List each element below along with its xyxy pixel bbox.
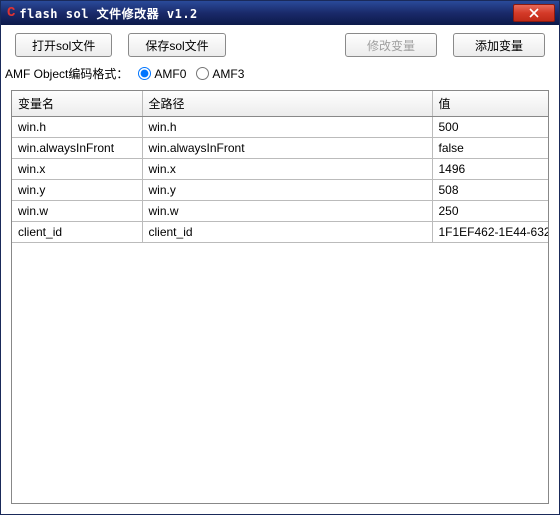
table-row[interactable]: win.hwin.h500 <box>12 117 548 138</box>
encoding-row: AMF Object编码格式： AMF0 AMF3 <box>1 63 559 90</box>
cell-value[interactable]: 1F1EF462-1E44-6321 <box>432 222 548 243</box>
radio-amf3-label: AMF3 <box>212 67 244 81</box>
cell-path[interactable]: win.y <box>142 180 432 201</box>
radio-amf3[interactable]: AMF3 <box>196 67 244 81</box>
table-row[interactable]: win.alwaysInFrontwin.alwaysInFrontfalse <box>12 138 548 159</box>
table-header-row: 变量名 全路径 值 <box>12 91 548 117</box>
cell-name[interactable]: win.alwaysInFront <box>12 138 142 159</box>
close-button[interactable] <box>513 4 555 22</box>
table-row[interactable]: win.ywin.y508 <box>12 180 548 201</box>
cell-name[interactable]: win.h <box>12 117 142 138</box>
close-icon <box>529 8 539 18</box>
cell-value[interactable]: 250 <box>432 201 548 222</box>
cell-name[interactable]: win.w <box>12 201 142 222</box>
cell-value[interactable]: 1496 <box>432 159 548 180</box>
table-row[interactable]: client_idclient_id1F1EF462-1E44-6321 <box>12 222 548 243</box>
radio-amf0[interactable]: AMF0 <box>138 67 186 81</box>
table-row[interactable]: win.wwin.w250 <box>12 201 548 222</box>
add-var-button[interactable]: 添加变量 <box>453 33 545 57</box>
save-sol-button[interactable]: 保存sol文件 <box>128 33 225 57</box>
radio-amf3-input[interactable] <box>196 67 209 80</box>
app-window: C flash sol 文件修改器 v1.2 打开sol文件 保存sol文件 修… <box>0 0 560 515</box>
titlebar[interactable]: C flash sol 文件修改器 v1.2 <box>1 1 559 25</box>
toolbar: 打开sol文件 保存sol文件 修改变量 添加变量 <box>1 25 559 63</box>
app-icon: C <box>7 5 15 21</box>
cell-path[interactable]: win.alwaysInFront <box>142 138 432 159</box>
col-header-path[interactable]: 全路径 <box>142 91 432 117</box>
col-header-value[interactable]: 值 <box>432 91 548 117</box>
variables-table-wrap: 变量名 全路径 值 win.hwin.h500win.alwaysInFront… <box>11 90 549 504</box>
cell-path[interactable]: win.h <box>142 117 432 138</box>
encoding-label: AMF Object编码格式： <box>5 65 128 82</box>
col-header-name[interactable]: 变量名 <box>12 91 142 117</box>
cell-value[interactable]: 500 <box>432 117 548 138</box>
open-sol-button[interactable]: 打开sol文件 <box>15 33 112 57</box>
window-title: flash sol 文件修改器 v1.2 <box>19 5 513 22</box>
radio-amf0-input[interactable] <box>138 67 151 80</box>
cell-value[interactable]: 508 <box>432 180 548 201</box>
table-body: win.hwin.h500win.alwaysInFrontwin.always… <box>12 117 548 243</box>
cell-name[interactable]: win.x <box>12 159 142 180</box>
cell-value[interactable]: false <box>432 138 548 159</box>
cell-name[interactable]: client_id <box>12 222 142 243</box>
cell-path[interactable]: win.w <box>142 201 432 222</box>
cell-name[interactable]: win.y <box>12 180 142 201</box>
cell-path[interactable]: client_id <box>142 222 432 243</box>
radio-amf0-label: AMF0 <box>154 67 186 81</box>
cell-path[interactable]: win.x <box>142 159 432 180</box>
variables-table[interactable]: 变量名 全路径 值 win.hwin.h500win.alwaysInFront… <box>12 91 548 243</box>
modify-var-button[interactable]: 修改变量 <box>345 33 437 57</box>
table-row[interactable]: win.xwin.x1496 <box>12 159 548 180</box>
